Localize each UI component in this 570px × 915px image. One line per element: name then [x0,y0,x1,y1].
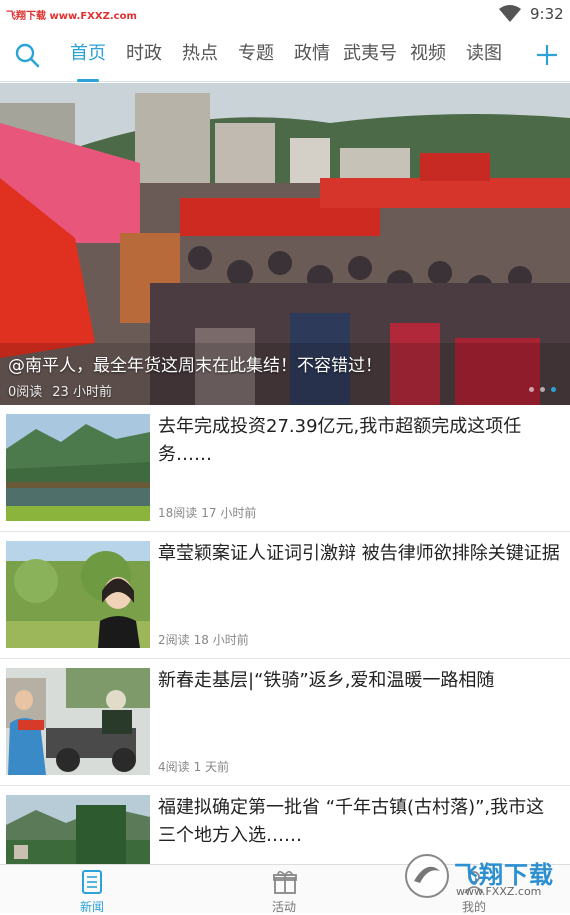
gift-icon [273,871,297,894]
news-thumbnail [6,668,150,775]
news-time: 17 小时前 [201,506,257,520]
news-time: 1 天前 [193,760,230,774]
tab-video[interactable]: 视频 [400,28,456,82]
watermark-logo: 飞翔下载 www.FXXZ.com [404,853,560,901]
news-title: 福建拟确定第一批省 “千年古镇(古村落)”,我市这三个地方入选…… [158,797,545,846]
banner-caption: @南平人，最全年货这周末在此集结！不容错过！ [8,356,382,376]
banner-read-count: 0阅读 [8,385,43,400]
status-bar: 飞翔下载 www.FXXZ.com 9:32 [0,0,570,28]
tab-hot[interactable]: 热点 [172,28,228,82]
channel-tab-bar: 首页 时政 热点 专题 政情 武夷号 视频 读图 [0,28,570,82]
wifi-icon [499,5,521,22]
news-title: 章莹颖案证人证词引激辩 被告律师欲排除关键证据 [158,543,560,564]
news-item[interactable]: 新春走基层|“铁骑”返乡,爱和温暖一路相随 4阅读 1 天前 [0,659,570,786]
nav-news[interactable]: 新闻 [42,865,142,914]
tab-politics[interactable]: 时政 [116,28,172,82]
carousel-dot-active [551,387,556,392]
news-item[interactable]: 章莹颖案证人证词引激辩 被告律师欲排除关键证据 2阅读 18 小时前 [0,532,570,659]
clock: 9:32 [530,5,564,23]
news-title: 新春走基层|“铁骑”返乡,爱和温暖一路相随 [158,670,495,691]
news-read-count: 2阅读 [158,633,190,647]
news-thumbnail [6,541,150,648]
channel-tabs: 首页 时政 热点 专题 政情 武夷号 视频 读图 [60,28,512,82]
add-channel-icon[interactable] [534,42,560,68]
tab-pictures[interactable]: 读图 [456,28,512,82]
news-meta: 4阅读 1 天前 [158,758,233,775]
news-read-count: 18阅读 [158,506,198,520]
logo-icon [405,854,449,898]
tab-wuyi[interactable]: 武夷号 [340,28,400,82]
news-read-count: 4阅读 [158,760,190,774]
news-list: 去年完成投资27.39亿元,我市超额完成这项任务…… 18阅读 17 小时前 章莹… [0,405,570,913]
tab-government[interactable]: 政情 [284,28,340,82]
news-item[interactable]: 去年完成投资27.39亿元,我市超额完成这项任务…… 18阅读 17 小时前 [0,405,570,532]
carousel-dot [529,387,534,392]
carousel-dot [540,387,545,392]
nav-activities[interactable]: 活动 [234,865,334,914]
news-meta: 2阅读 18 小时前 [158,631,253,648]
news-meta: 18阅读 17 小时前 [158,504,260,521]
tab-home[interactable]: 首页 [60,28,116,82]
newspaper-icon [82,870,102,894]
nav-news-label: 新闻 [79,900,104,914]
search-icon[interactable] [14,42,40,68]
featured-banner[interactable]: @南平人，最全年货这周末在此集结！不容错过！ 0阅读 23 小时前 [0,83,570,405]
news-thumbnail [6,414,150,521]
carousel-indicator [529,387,556,392]
news-title: 去年完成投资27.39亿元,我市超额完成这项任务…… [158,416,522,465]
tab-topics[interactable]: 专题 [228,28,284,82]
watermark-text: 飞翔下载 www.FXXZ.com [6,11,137,22]
news-time: 18 小时前 [193,633,249,647]
watermark-logo-url: www.FXXZ.com [456,885,542,898]
nav-activities-label: 活动 [271,900,296,914]
banner-time: 23 小时前 [52,385,112,400]
banner-meta: 0阅读 23 小时前 [8,381,122,400]
